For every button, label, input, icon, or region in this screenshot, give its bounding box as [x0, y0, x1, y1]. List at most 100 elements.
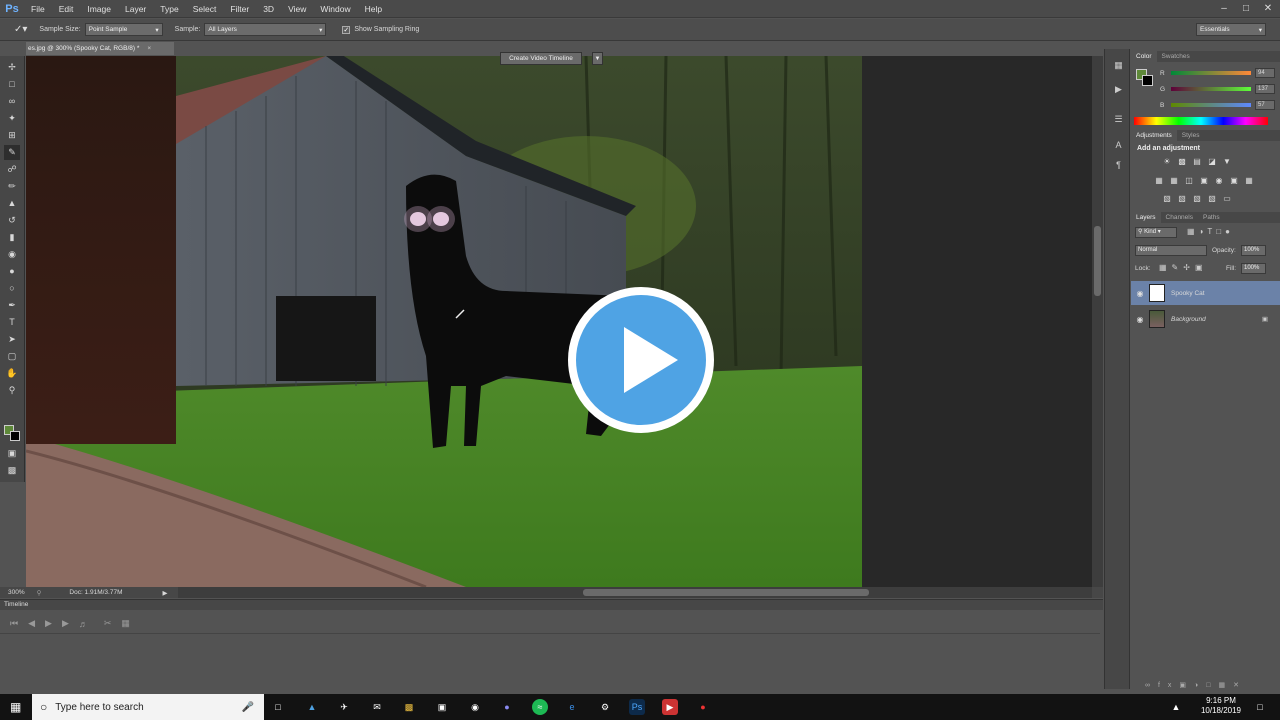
audio-icon[interactable]: ♬: [79, 619, 88, 629]
green-slider[interactable]: G 137: [1160, 84, 1280, 94]
levels-icon[interactable]: ▩: [1176, 157, 1188, 167]
layers-footer-icons[interactable]: ∞fx▣◑□▦✕: [1131, 681, 1280, 689]
close-icon[interactable]: ✕: [1262, 3, 1274, 15]
microphone-icon[interactable]: 🎤: [242, 702, 254, 713]
menu-layer[interactable]: Layer: [118, 4, 153, 14]
menu-edit[interactable]: Edit: [52, 4, 81, 14]
green-value[interactable]: 137: [1255, 84, 1275, 94]
windows-start-icon[interactable]: ▦: [10, 700, 21, 714]
blue-value[interactable]: 57: [1255, 100, 1275, 110]
background-color-swatch[interactable]: [10, 431, 20, 441]
color-spectrum[interactable]: [1134, 117, 1268, 125]
zoom-tool-icon[interactable]: ⚲: [4, 383, 20, 398]
app-icon[interactable]: ▶: [662, 699, 678, 715]
taskbar-clock[interactable]: 9:16 PM 10/18/2019: [1196, 696, 1246, 716]
layer-filter-icons[interactable]: ▦◑T□●: [1187, 227, 1234, 236]
history-icon[interactable]: ▦: [1112, 59, 1125, 72]
selective-color-icon[interactable]: ▧: [1206, 194, 1218, 204]
menu-view[interactable]: View: [281, 4, 313, 14]
steam-icon[interactable]: ⚙: [597, 699, 613, 715]
brush-tool-icon[interactable]: ✏: [4, 179, 20, 194]
maximize-icon[interactable]: □: [1240, 3, 1252, 15]
menu-filter[interactable]: Filter: [223, 4, 256, 14]
brightness-icon[interactable]: ☀: [1161, 157, 1173, 167]
document-canvas[interactable]: [26, 56, 862, 587]
gradient-map-icon[interactable]: ▭: [1221, 194, 1233, 204]
menu-select[interactable]: Select: [186, 4, 224, 14]
mail-icon[interactable]: ✉: [369, 699, 385, 715]
zoom-level[interactable]: 300%: [8, 589, 25, 596]
tab-styles[interactable]: Styles: [1177, 130, 1205, 141]
exposure-icon[interactable]: ◪: [1206, 157, 1218, 167]
quick-select-tool-icon[interactable]: ✦: [4, 111, 20, 126]
hue-saturation-icon[interactable]: ▦: [1168, 176, 1180, 186]
tray-chevron-icon[interactable]: ▲: [1168, 699, 1184, 715]
edge-icon[interactable]: e: [564, 699, 580, 715]
menu-help[interactable]: Help: [358, 4, 389, 14]
properties-icon[interactable]: ☰: [1112, 113, 1125, 126]
rectangle-tool-icon[interactable]: ▢: [4, 349, 20, 364]
store-icon[interactable]: ▣: [434, 699, 450, 715]
transition-icon[interactable]: ▦: [121, 618, 130, 629]
task-view-icon[interactable]: □: [270, 699, 286, 715]
menu-image[interactable]: Image: [80, 4, 118, 14]
previous-frame-icon[interactable]: ◀: [28, 618, 35, 629]
document-tab[interactable]: es.jpg @ 300% (Spooky Cat, RGB/8) * ×: [26, 42, 174, 55]
clone-stamp-tool-icon[interactable]: ▲: [4, 196, 20, 211]
menu-window[interactable]: Window: [313, 4, 357, 14]
color-balance-icon[interactable]: ◫: [1183, 176, 1195, 186]
app-icon[interactable]: ◉: [467, 699, 483, 715]
layer-row[interactable]: ◉ Spooky Cat: [1131, 281, 1280, 305]
invert-icon[interactable]: ▧: [1161, 194, 1173, 204]
path-selection-tool-icon[interactable]: ➤: [4, 332, 20, 347]
paragraph-icon[interactable]: ¶: [1112, 159, 1125, 172]
actions-icon[interactable]: ▶: [1112, 83, 1125, 96]
blur-tool-icon[interactable]: ●: [4, 264, 20, 279]
layer-row[interactable]: ◉ Background ▣: [1131, 307, 1280, 331]
type-tool-icon[interactable]: T: [4, 315, 20, 330]
visibility-eye-icon[interactable]: ◉: [1131, 289, 1149, 298]
marquee-tool-icon[interactable]: □: [4, 77, 20, 92]
workspace-select[interactable]: Essentials ▾: [1196, 23, 1266, 36]
red-slider-bar[interactable]: [1171, 71, 1251, 75]
hand-tool-icon[interactable]: ✋: [4, 366, 20, 381]
tab-layers[interactable]: Layers: [1131, 212, 1161, 223]
pen-tool-icon[interactable]: ✒: [4, 298, 20, 313]
blend-mode-select[interactable]: Normal: [1135, 245, 1207, 256]
tab-channels[interactable]: Channels: [1161, 212, 1198, 223]
discord-icon[interactable]: ●: [499, 699, 515, 715]
healing-brush-tool-icon[interactable]: ☍: [4, 162, 20, 177]
move-tool-icon[interactable]: ✢: [4, 60, 20, 75]
red-value[interactable]: 94: [1255, 68, 1275, 78]
paint-bucket-tool-icon[interactable]: ◉: [4, 247, 20, 262]
eyedropper-preset-icon[interactable]: ✓▾: [14, 24, 27, 35]
taskbar-search[interactable]: ○ Type here to search 🎤: [32, 694, 264, 720]
create-video-timeline-button[interactable]: Create Video Timeline: [500, 52, 582, 65]
spotify-icon[interactable]: ≈: [532, 699, 548, 715]
screen-mode-icon[interactable]: ▩: [4, 463, 20, 478]
sample-size-select[interactable]: Point Sample ▾: [84, 23, 163, 36]
lasso-tool-icon[interactable]: ∞: [4, 94, 20, 109]
lock-icons[interactable]: ▦✎✢▣: [1159, 263, 1208, 272]
horizontal-scrollbar[interactable]: [178, 587, 1092, 598]
play-button[interactable]: [568, 287, 714, 433]
close-icon[interactable]: ×: [147, 45, 151, 52]
blue-slider-bar[interactable]: [1171, 103, 1251, 107]
posterize-icon[interactable]: ▧: [1176, 194, 1188, 204]
go-to-first-frame-icon[interactable]: ⏮: [10, 618, 18, 629]
fill-input[interactable]: 100%: [1241, 263, 1266, 274]
green-slider-bar[interactable]: [1171, 87, 1251, 91]
sample-select[interactable]: All Layers ▾: [204, 23, 327, 36]
history-brush-tool-icon[interactable]: ↺: [4, 213, 20, 228]
crop-tool-icon[interactable]: ⊞: [4, 128, 20, 143]
gradient-icon[interactable]: ▼: [1221, 157, 1233, 167]
quick-mask-icon[interactable]: ▣: [4, 446, 20, 461]
split-icon[interactable]: ✂: [104, 618, 112, 629]
photoshop-taskbar-icon[interactable]: Ps: [629, 699, 645, 715]
menu-3d[interactable]: 3D: [256, 4, 281, 14]
character-icon[interactable]: A: [1112, 139, 1125, 152]
play-timeline-icon[interactable]: ▶: [45, 618, 52, 629]
layer-name[interactable]: Background: [1171, 316, 1206, 323]
tab-color[interactable]: Color: [1131, 51, 1157, 62]
file-explorer-icon[interactable]: ▩: [401, 699, 417, 715]
